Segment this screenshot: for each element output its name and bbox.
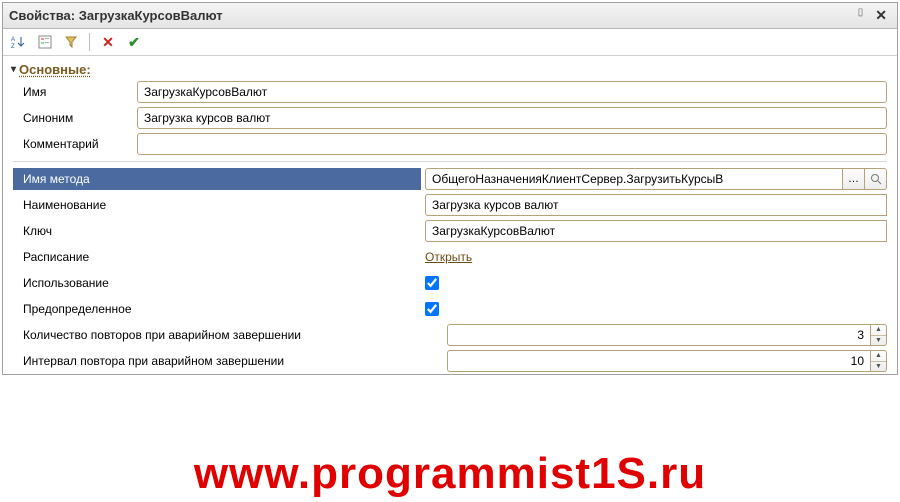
check-icon: ✔ bbox=[128, 34, 140, 51]
label-method: Имя метода bbox=[13, 168, 421, 190]
svg-text:A: A bbox=[11, 37, 15, 43]
section-main-header[interactable]: ▾ Основные: bbox=[3, 60, 897, 79]
titlebar: Свойства: ЗагрузкаКурсовВалют ▯ ✕ bbox=[3, 3, 897, 29]
collapse-icon: ▾ bbox=[11, 64, 16, 75]
window-title: Свойства: ЗагрузкаКурсовВалют bbox=[9, 8, 223, 23]
divider bbox=[13, 161, 887, 162]
spin-up-icon: ▲ bbox=[871, 325, 886, 336]
interval-spinner[interactable]: ▲▼ bbox=[871, 350, 887, 372]
label-synonym: Синоним bbox=[13, 111, 133, 125]
label-name: Имя bbox=[13, 85, 133, 99]
predefined-checkbox[interactable] bbox=[425, 302, 439, 316]
method-more-button[interactable]: … bbox=[843, 168, 865, 190]
section-main-label: Основные: bbox=[19, 62, 91, 77]
watermark: www.programmist1S.ru bbox=[0, 452, 900, 496]
close-icon[interactable]: ✕ bbox=[871, 7, 891, 24]
retries-input[interactable] bbox=[447, 324, 871, 346]
sort-az-button[interactable]: AZ bbox=[9, 32, 29, 52]
categorized-button[interactable] bbox=[35, 32, 55, 52]
label-usage: Использование bbox=[13, 272, 421, 294]
method-search-button[interactable] bbox=[865, 168, 887, 190]
label-predefined: Предопределенное bbox=[13, 298, 421, 320]
label-schedule: Расписание bbox=[13, 246, 421, 268]
label-interval: Интервал повтора при аварийном завершени… bbox=[13, 354, 443, 368]
comment-input[interactable] bbox=[137, 133, 887, 155]
synonym-input[interactable] bbox=[137, 107, 887, 129]
filter-button[interactable] bbox=[61, 32, 81, 52]
schedule-open-link[interactable]: Открыть bbox=[425, 250, 472, 264]
display-input[interactable] bbox=[425, 194, 887, 216]
retries-spinner[interactable]: ▲▼ bbox=[871, 324, 887, 346]
spin-down-icon: ▼ bbox=[871, 336, 886, 346]
label-retries: Количество повторов при аварийном заверш… bbox=[13, 328, 443, 342]
spin-down-icon: ▼ bbox=[871, 362, 886, 372]
spin-up-icon: ▲ bbox=[871, 351, 886, 362]
key-input[interactable] bbox=[425, 220, 887, 242]
x-icon: ✕ bbox=[102, 34, 114, 51]
interval-input[interactable] bbox=[447, 350, 871, 372]
delete-button[interactable]: ✕ bbox=[98, 32, 118, 52]
usage-checkbox[interactable] bbox=[425, 276, 439, 290]
method-input[interactable] bbox=[425, 168, 843, 190]
label-display: Наименование bbox=[13, 194, 421, 216]
magnifier-icon bbox=[870, 173, 882, 185]
label-comment: Комментарий bbox=[13, 137, 133, 151]
toolbar: AZ ✕ ✔ bbox=[3, 29, 897, 56]
separator bbox=[89, 33, 90, 51]
apply-button[interactable]: ✔ bbox=[124, 32, 144, 52]
label-key: Ключ bbox=[13, 220, 421, 242]
svg-text:Z: Z bbox=[11, 44, 15, 50]
name-input[interactable] bbox=[137, 81, 887, 103]
pin-icon[interactable]: ▯ bbox=[854, 7, 868, 24]
